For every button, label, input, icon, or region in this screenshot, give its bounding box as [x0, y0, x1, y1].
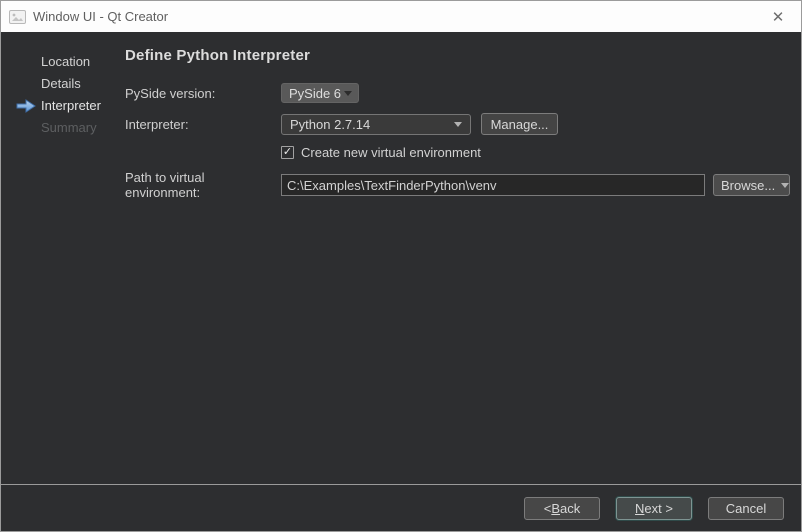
step-label: Summary: [41, 120, 97, 135]
venv-checkbox[interactable]: ✓: [281, 146, 294, 159]
cancel-button[interactable]: Cancel: [708, 497, 784, 520]
page-title: Define Python Interpreter: [125, 47, 801, 64]
venv-checkbox-row: ✓ Create new virtual environment: [281, 145, 801, 160]
step-label: Interpreter: [41, 98, 101, 113]
back-button[interactable]: < Back: [524, 497, 600, 520]
venv-checkbox-label[interactable]: Create new virtual environment: [301, 145, 481, 160]
browse-button[interactable]: Browse...: [713, 174, 790, 196]
interpreter-row: Interpreter: Python 2.7.14 Manage...: [125, 113, 801, 135]
sidebar-item-location: Location: [1, 51, 125, 73]
sidebar-item-interpreter: Interpreter: [1, 95, 125, 117]
interpreter-select[interactable]: Python 2.7.14: [281, 114, 471, 135]
current-step-arrow-icon: [16, 99, 36, 113]
interpreter-value: Python 2.7.14: [290, 117, 370, 132]
sidebar-item-summary: Summary: [1, 117, 125, 139]
next-label-post: ext >: [644, 501, 673, 516]
interpreter-label: Interpreter:: [125, 117, 281, 132]
venv-path-input[interactable]: [281, 174, 705, 196]
pyside-version-select[interactable]: PySide 6: [281, 83, 359, 103]
window-title: Window UI - Qt Creator: [33, 9, 168, 24]
step-label: Location: [41, 54, 90, 69]
manage-button[interactable]: Manage...: [481, 113, 558, 135]
venv-path-label: Path to virtual environment:: [125, 170, 281, 200]
sidebar-item-details: Details: [1, 73, 125, 95]
chevron-down-icon: [344, 91, 352, 96]
browse-button-label: Browse...: [721, 178, 775, 193]
next-label-key: N: [635, 501, 644, 516]
dialog-body: Location Details Interpreter: [1, 32, 801, 484]
back-label-key: B: [551, 501, 560, 516]
wizard-sidebar: Location Details Interpreter: [1, 32, 125, 484]
pyside-version-value: PySide 6: [289, 86, 341, 101]
next-button[interactable]: Next >: [616, 497, 692, 520]
pyside-version-label: PySide version:: [125, 86, 281, 101]
footer-button-bar: < Back Next > Cancel: [1, 484, 801, 531]
close-icon[interactable]: ✕: [767, 6, 789, 28]
chevron-down-icon: [781, 183, 789, 188]
chevron-down-icon: [454, 122, 462, 127]
titlebar: Window UI - Qt Creator ✕: [1, 1, 801, 32]
back-label-pre: <: [544, 501, 552, 516]
step-label: Details: [41, 76, 81, 91]
back-label-post: ack: [560, 501, 580, 516]
check-icon: ✓: [283, 147, 292, 158]
window-icon: [9, 10, 26, 24]
wizard-page: Define Python Interpreter PySide version…: [125, 32, 801, 484]
wizard-dialog: Window UI - Qt Creator ✕ Location Detail…: [0, 0, 802, 532]
wizard-form: PySide version: PySide 6 Interpreter: Py…: [125, 83, 801, 200]
venv-path-row: Path to virtual environment: Browse...: [125, 170, 801, 200]
pyside-version-row: PySide version: PySide 6: [125, 83, 801, 103]
